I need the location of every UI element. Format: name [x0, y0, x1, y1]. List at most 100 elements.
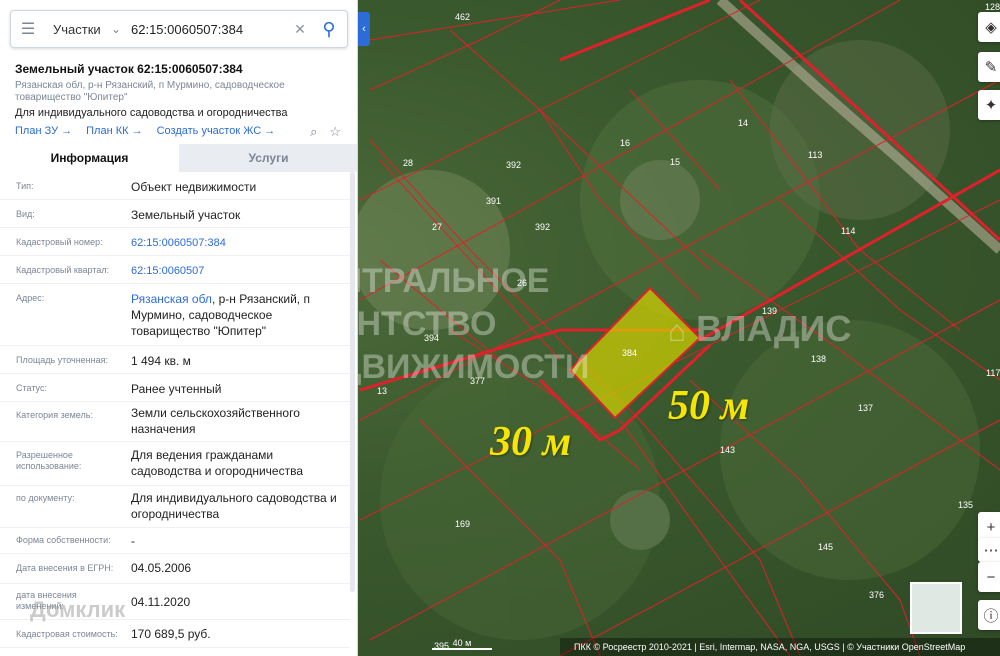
property-row: по документу: Для индивидуального садово…: [0, 486, 350, 528]
parcel-address: Рязанская обл, р-н Рязанский, п Мурмино,…: [15, 80, 285, 103]
house-logo-icon: ⌂: [668, 315, 687, 348]
parcel-number: 137: [858, 403, 874, 413]
property-label: Тип:: [16, 181, 34, 191]
parcel-number: 14: [738, 118, 749, 128]
parcel-number: 169: [455, 519, 471, 529]
property-label: Площадь уточненная:: [16, 355, 108, 365]
property-row: Кадастровый номер: 62:15:0060507:384: [0, 228, 350, 256]
property-row: Площадь уточненная: 1 494 кв. м: [0, 346, 350, 374]
scale-bar: 40 м: [432, 638, 492, 650]
parcel-title: Земельный участок 62:15:0060507:384: [15, 62, 243, 76]
property-row: Вид: Земельный участок: [0, 200, 350, 228]
scrollbar[interactable]: [350, 172, 355, 592]
parcel-number: 113: [808, 150, 823, 160]
property-value: Земельный участок: [131, 208, 241, 222]
parcel-number: 391: [486, 196, 502, 206]
property-label: Категория земель:: [16, 410, 93, 420]
property-label: Вид:: [16, 209, 35, 219]
watermark-brand: ⌂ ВЛАДИС: [668, 308, 852, 349]
property-value: 04.11.2020: [131, 595, 191, 609]
parcel-number: 135: [958, 500, 974, 510]
property-row: Категория земель: Земли сельскохозяйстве…: [0, 402, 350, 442]
property-label: Разрешенное использование:: [16, 450, 82, 471]
domclick-watermark: Домклик: [30, 597, 126, 622]
property-value: 1 494 кв. м: [131, 354, 191, 368]
parcel-number: 128: [985, 2, 1000, 12]
parcel-number: 16: [620, 138, 631, 148]
property-value: -: [131, 534, 135, 548]
clear-icon[interactable]: ✕: [289, 21, 311, 38]
property-label: Форма собственности:: [16, 535, 111, 545]
search-bar: ☰ Участки ⌄ ✕ ⚲: [10, 10, 348, 48]
tab-services[interactable]: Услуги: [179, 144, 357, 172]
star-icon[interactable]: ☆: [329, 124, 341, 140]
property-label: Кадастровый квартал:: [16, 265, 110, 275]
minimap[interactable]: [910, 582, 962, 634]
property-label: Адрес:: [16, 293, 45, 303]
property-row: Тип: Объект недвижимости: [0, 172, 350, 200]
property-label: Дата внесения в ЕГРН:: [16, 563, 114, 573]
parcel-number: 376: [869, 590, 885, 600]
parcel-number: 28: [403, 158, 414, 168]
property-label: Кадастровая стоимость:: [16, 629, 118, 639]
collapse-panel-button[interactable]: ‹: [358, 12, 370, 46]
more-button[interactable]: ⋯: [978, 538, 1000, 562]
parcel-number: 145: [818, 542, 834, 552]
parcel-number: 13: [377, 386, 388, 396]
parcel-number: 27: [432, 222, 443, 232]
parcel-number: 114: [841, 226, 856, 236]
search-input[interactable]: [125, 21, 289, 37]
more-icon: ⋯: [983, 542, 999, 559]
plan-zu-link[interactable]: План ЗУ →: [15, 125, 72, 137]
parcel-number: 143: [720, 445, 736, 455]
parcel-links: План ЗУ → План КК → Создать участок ЖС →…: [15, 124, 345, 140]
ruler-button[interactable]: ✎: [978, 52, 1000, 82]
search-type-label: Участки: [53, 21, 101, 37]
layers-button[interactable]: ◈: [978, 12, 1000, 42]
property-row: Дата внесения в ЕГРН: 04.05.2006: [0, 554, 350, 584]
property-label: Статус:: [16, 383, 47, 393]
chevron-left-icon: ‹: [362, 23, 366, 35]
parcel-number: 462: [455, 12, 471, 22]
property-label: по документу:: [16, 493, 75, 503]
parcel-number: 392: [506, 160, 522, 170]
layers-icon: ◈: [985, 19, 997, 36]
create-parcel-link[interactable]: Создать участок ЖС →: [157, 125, 276, 137]
measure-50m: 50 м: [668, 383, 750, 429]
search-type-select[interactable]: Участки ⌄: [45, 22, 125, 37]
property-value: Земли сельскохозяйственного назначения: [131, 406, 300, 436]
cadastral-number-link[interactable]: 62:15:0060507:384: [131, 235, 346, 251]
property-value: 04.05.2006: [131, 561, 192, 575]
info-icon: ⓘ: [983, 607, 999, 625]
chevron-down-icon: ⌄: [110, 22, 121, 36]
property-value: 170 689,5 руб.: [131, 627, 211, 641]
parcel-number: 384: [622, 348, 638, 358]
property-row: Форма собственности: -: [0, 528, 350, 554]
tab-info[interactable]: Информация: [0, 144, 179, 172]
search-zoom-icon[interactable]: ⌕: [310, 124, 317, 140]
info-panel: ☰ Участки ⌄ ✕ ⚲ Земельный участок 62:15:…: [0, 0, 358, 656]
parcel-number: 392: [535, 222, 551, 232]
property-row: Кадастровый квартал: 62:15:0060507: [0, 256, 350, 284]
compass-button[interactable]: ✦: [978, 90, 1000, 120]
property-value: Для индивидуального садоводства и огород…: [131, 491, 337, 521]
property-value: Объект недвижимости: [131, 180, 257, 194]
property-row: Разрешенное использование: Для ведения г…: [0, 442, 350, 486]
search-icon[interactable]: ⚲: [311, 11, 347, 47]
map-attribution: ПКК © Росреестр 2010-2021 | Esri, Interm…: [560, 638, 1000, 656]
property-row: Адрес: Рязанская обл, р-н Рязанский, п М…: [0, 284, 350, 346]
plan-kk-link[interactable]: План КК →: [86, 125, 142, 137]
region-link[interactable]: Рязанская обл: [131, 292, 212, 306]
cadastral-quarter-link[interactable]: 62:15:0060507: [131, 263, 346, 279]
property-label: Кадастровый номер:: [16, 237, 103, 247]
menu-icon[interactable]: ☰: [11, 11, 45, 47]
property-row: Статус: Ранее учтенный: [0, 374, 350, 402]
parcel-number: 138: [811, 354, 827, 364]
parcel-purpose: Для индивидуального садоводства и огород…: [15, 107, 288, 119]
property-value: Для ведения гражданами садоводства и ого…: [131, 448, 303, 478]
zoom-out-button[interactable]: −: [978, 562, 1000, 592]
ruler-icon: ✎: [984, 59, 998, 76]
plus-icon: +: [986, 518, 996, 536]
measure-30m: 30 м: [490, 419, 572, 465]
info-button[interactable]: ⓘ: [978, 600, 1000, 630]
